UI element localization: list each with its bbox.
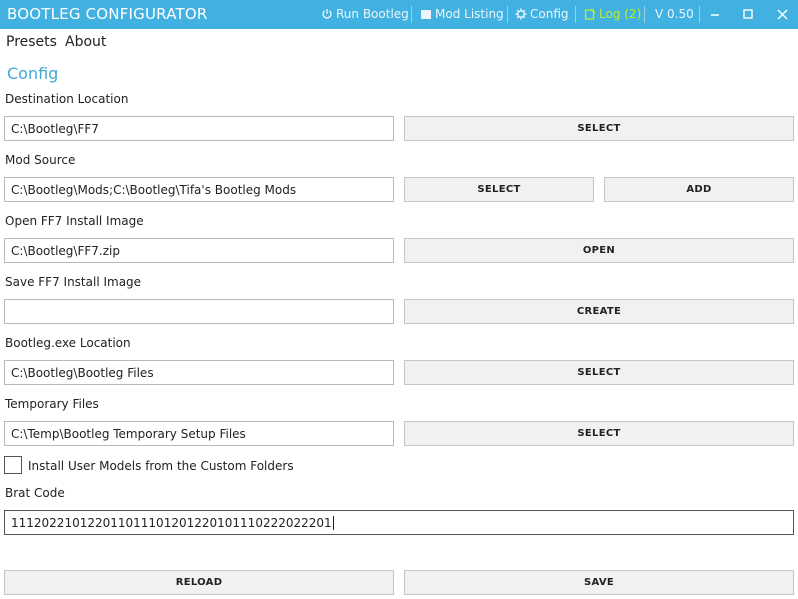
temp-files-label: Temporary Files xyxy=(5,397,99,411)
title-separator xyxy=(699,6,700,23)
run-bootleg-label: Run Bootleg xyxy=(336,7,409,21)
destination-input[interactable]: C:\Bootleg\FF7 xyxy=(4,116,394,141)
menu-presets[interactable]: Presets xyxy=(6,34,57,50)
save-image-input[interactable] xyxy=(4,299,394,324)
mod-source-add-button[interactable]: ADD xyxy=(604,177,794,202)
create-image-button[interactable]: CREATE xyxy=(404,299,794,324)
mod-source-input[interactable]: C:\Bootleg\Mods;C:\Bootleg\Tifa's Bootle… xyxy=(4,177,394,202)
reload-button[interactable]: RELOAD xyxy=(4,570,394,595)
brat-code-input[interactable]: 1112022101220110111012012201011102220222… xyxy=(4,510,794,535)
destination-label: Destination Location xyxy=(5,92,129,106)
title-separator xyxy=(644,6,645,23)
config-button[interactable]: Config xyxy=(515,7,569,21)
config-label: Config xyxy=(530,7,569,21)
brat-code-value: 1112022101220110111012012201011102220222… xyxy=(11,515,332,530)
mod-listing-label: Mod Listing xyxy=(435,7,504,21)
temp-files-select-button[interactable]: SELECT xyxy=(404,421,794,446)
menu-about[interactable]: About xyxy=(65,34,106,50)
log-icon xyxy=(584,8,596,20)
title-bar: BOOTLEG CONFIGURATOR Run Bootleg Mod Lis… xyxy=(0,0,798,29)
close-icon xyxy=(777,9,787,19)
text-caret xyxy=(332,515,334,530)
folder-icon xyxy=(421,10,431,19)
run-bootleg-button[interactable]: Run Bootleg xyxy=(321,7,409,21)
save-button[interactable]: SAVE xyxy=(404,570,794,595)
mod-source-select-button[interactable]: SELECT xyxy=(404,177,594,202)
title-separator xyxy=(575,6,576,23)
mod-listing-button[interactable]: Mod Listing xyxy=(420,7,504,21)
log-button[interactable]: Log (2) xyxy=(584,7,641,21)
page-title: Config xyxy=(7,64,59,83)
install-user-models-label: Install User Models from the Custom Fold… xyxy=(28,459,294,473)
open-image-button[interactable]: OPEN xyxy=(404,238,794,263)
minimize-button[interactable] xyxy=(704,4,726,24)
app-title: BOOTLEG CONFIGURATOR xyxy=(7,5,208,23)
exe-location-input[interactable]: C:\Bootleg\Bootleg Files xyxy=(4,360,394,385)
exe-location-select-button[interactable]: SELECT xyxy=(404,360,794,385)
open-image-input[interactable]: C:\Bootleg\FF7.zip xyxy=(4,238,394,263)
open-image-label: Open FF7 Install Image xyxy=(5,214,144,228)
save-image-label: Save FF7 Install Image xyxy=(5,275,142,289)
maximize-button[interactable] xyxy=(737,4,759,24)
power-icon xyxy=(322,9,332,19)
title-separator xyxy=(507,6,508,23)
gear-icon xyxy=(515,8,527,20)
destination-select-button[interactable]: SELECT xyxy=(404,116,794,141)
temp-files-input[interactable]: C:\Temp\Bootleg Temporary Setup Files xyxy=(4,421,394,446)
close-button[interactable] xyxy=(771,4,793,24)
log-label: Log (2) xyxy=(599,7,642,21)
brat-code-label: Brat Code xyxy=(5,486,65,500)
version-label: V 0.50 xyxy=(655,7,694,21)
minimize-icon xyxy=(711,14,719,16)
install-user-models-checkbox[interactable] xyxy=(4,456,22,474)
maximize-icon xyxy=(743,9,753,19)
title-separator xyxy=(411,6,412,23)
exe-location-label: Bootleg.exe Location xyxy=(5,336,131,350)
mod-source-label: Mod Source xyxy=(5,153,76,167)
